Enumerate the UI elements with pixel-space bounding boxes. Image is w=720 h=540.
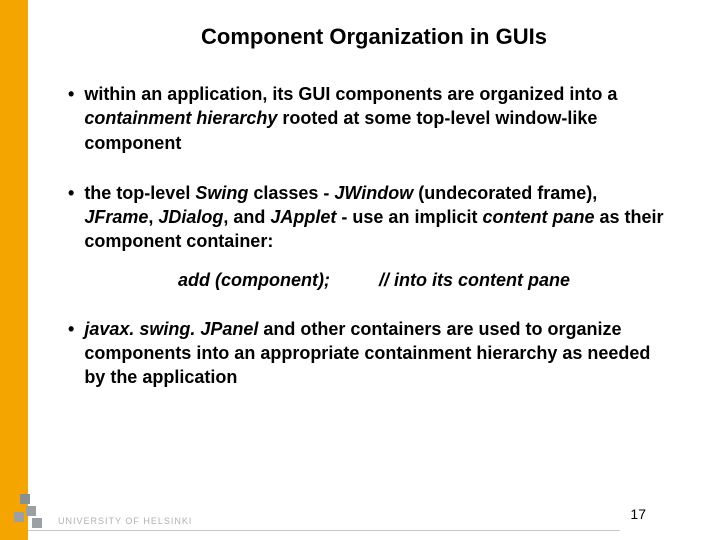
bullet-list: • within an application, its GUI compone… [28, 82, 720, 390]
bullet-marker: • [68, 82, 74, 155]
footer-divider [28, 530, 620, 531]
code-line: add (component); // into its content pan… [68, 270, 670, 291]
code-call: add (component); [178, 270, 330, 290]
bullet-text: the top-level Swing classes - JWindow (u… [84, 181, 670, 254]
bullet-marker: • [68, 181, 74, 254]
bullet-marker: • [68, 317, 74, 390]
bullet-item: • javax. swing. JPanel and other contain… [68, 317, 670, 390]
code-comment: // into its content pane [379, 270, 570, 290]
bullet-text: javax. swing. JPanel and other container… [84, 317, 670, 390]
university-label: UNIVERSITY OF HELSINKI [58, 516, 192, 526]
university-logo-icon [12, 494, 50, 532]
slide-content: Component Organization in GUIs • within … [28, 0, 720, 540]
bullet-item: • the top-level Swing classes - JWindow … [68, 181, 670, 254]
page-number: 17 [630, 506, 646, 522]
slide-title: Component Organization in GUIs [28, 24, 720, 50]
bullet-item: • within an application, its GUI compone… [68, 82, 670, 155]
bullet-text: within an application, its GUI component… [84, 82, 670, 155]
orange-sidebar [0, 0, 28, 540]
